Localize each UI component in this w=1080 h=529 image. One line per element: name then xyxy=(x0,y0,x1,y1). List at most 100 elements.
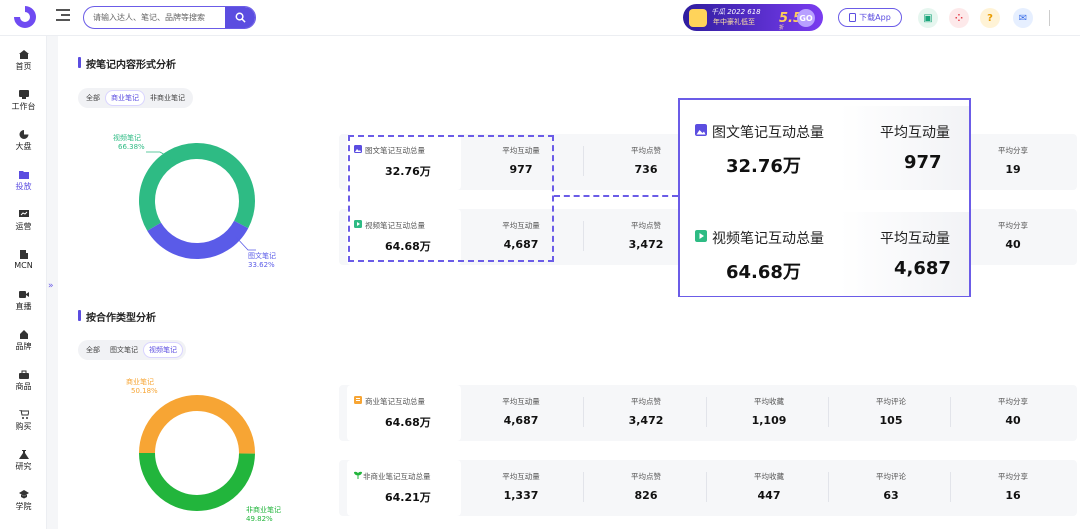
tab-all[interactable]: 全部 xyxy=(81,343,105,357)
zoom-callout: 图文笔记互动总量 32.76万 平均互动量 977 视频笔记互动总量 64.68… xyxy=(678,98,971,297)
donut-label-percent: 50.18% xyxy=(131,387,158,395)
avg-favorites-cell: 平均收藏 1,109 xyxy=(708,385,830,441)
sidebar-item-workbench[interactable]: 工作台 xyxy=(0,90,47,112)
column-divider xyxy=(950,397,951,427)
metric-value: 3,472 xyxy=(628,414,664,427)
sidebar-item-mcn[interactable]: MCN xyxy=(0,250,47,270)
non-commercial-total-cell: 非商业笔记互动总量 64.21万 xyxy=(347,460,461,516)
sidebar-item-academy[interactable]: 学院 xyxy=(0,490,47,512)
sidebar-item-market[interactable]: 大盘 xyxy=(0,130,47,152)
promo-go-button[interactable]: GO xyxy=(797,9,815,27)
sidebar-item-label: 购买 xyxy=(15,422,32,431)
search-button[interactable] xyxy=(225,7,255,28)
note-type-tabs: 全部 商业笔记 非商业笔记 xyxy=(78,88,193,108)
video-icon xyxy=(18,291,29,298)
search-box xyxy=(83,6,256,29)
avg-shares-cell: 平均分享 40 xyxy=(952,385,1074,441)
sidebar-item-brand[interactable]: 品牌 xyxy=(0,330,47,352)
sidebar-item-goods[interactable]: 商品 xyxy=(0,370,47,392)
highlight-connector-line xyxy=(554,195,678,197)
zoom-avg-value: 4,687 xyxy=(894,258,951,279)
promo-line2: 年中豪礼低至 xyxy=(713,18,755,26)
column-divider xyxy=(706,472,707,502)
top-header: 千瓜 2022 618 年中豪礼低至 5.5 折 GO 下载App ▣ ⁘ ? … xyxy=(0,0,1080,36)
cooperation-type-donut-slice-1[interactable] xyxy=(139,452,255,511)
tab-all[interactable]: 全部 xyxy=(81,91,105,105)
cooperation-type-donut-slice-0[interactable] xyxy=(139,395,255,454)
column-divider xyxy=(583,221,584,251)
donut-label-name: 商业笔记 xyxy=(126,378,154,386)
donut-label-commercial: 商业笔记 50.18% xyxy=(126,378,158,396)
chart-monitor-icon xyxy=(18,210,29,217)
download-app-button[interactable]: 下载App xyxy=(838,8,902,27)
search-icon xyxy=(235,12,246,23)
tab-non-commercial[interactable]: 非商业笔记 xyxy=(145,91,190,105)
metric-label: 平均分享 xyxy=(998,397,1028,406)
metric-value: 447 xyxy=(757,489,781,502)
play-icon xyxy=(695,230,707,242)
column-divider xyxy=(583,472,584,502)
building-icon xyxy=(19,250,28,259)
section-title-content-form: 按笔记内容形式分析 xyxy=(78,56,176,71)
zoom-cell-right xyxy=(840,106,969,190)
metric-label: 平均分享 xyxy=(998,472,1028,481)
avg-interaction-cell: 平均互动量 1,337 xyxy=(461,460,581,516)
zoom-row-image: 图文笔记互动总量 32.76万 平均互动量 977 xyxy=(680,106,969,190)
metric-label: 平均评论 xyxy=(876,397,906,406)
sidebar-item-label: 品牌 xyxy=(15,342,32,351)
metric-label: 平均点赞 xyxy=(631,472,661,481)
menu-toggle-icon[interactable] xyxy=(56,9,70,23)
sidebar-item-live[interactable]: 直播 xyxy=(0,290,47,312)
column-divider xyxy=(828,472,829,502)
metric-value: 1,109 xyxy=(751,414,787,427)
help-icon[interactable]: ? xyxy=(980,8,1000,28)
metric-label: 平均收藏 xyxy=(754,397,784,406)
search-input[interactable] xyxy=(84,7,226,28)
app-logo[interactable] xyxy=(14,6,36,28)
promo-suffix: 折 xyxy=(779,25,785,31)
metric-label: 平均收藏 xyxy=(754,472,784,481)
metric-label: 非商业笔记互动总量 xyxy=(363,472,431,481)
sidebar-item-delivery[interactable]: 投放 xyxy=(0,170,47,192)
cart-icon xyxy=(18,410,29,419)
sidebar-item-home[interactable]: 首页 xyxy=(0,50,47,72)
sidebar-item-label: 学院 xyxy=(15,502,32,511)
column-divider xyxy=(828,397,829,427)
metric-value: 64.68万 xyxy=(385,416,431,429)
commercial-note-stats-row: 商业笔记互动总量 64.68万 平均互动量 4,687 平均点赞 3,472 平… xyxy=(339,385,1077,441)
sidebar-expand-icon[interactable]: » xyxy=(48,281,54,291)
message-icon[interactable]: ✉ xyxy=(1013,8,1033,28)
sidebar-item-operation[interactable]: 运营 xyxy=(0,210,47,232)
donut-label-percent: 49.82% xyxy=(246,515,273,523)
tab-image-note[interactable]: 图文笔记 xyxy=(105,343,143,357)
avg-comments-cell: 平均评论 63 xyxy=(830,460,952,516)
promo-line1: 千瓜 2022 618 xyxy=(711,8,761,16)
metric-value: 4,687 xyxy=(503,414,539,427)
apps-grid-icon[interactable]: ⁘ xyxy=(949,8,969,28)
promo-banner[interactable]: 千瓜 2022 618 年中豪礼低至 5.5 折 GO xyxy=(683,4,823,31)
toolbox-icon[interactable]: ▣ xyxy=(918,8,938,28)
column-divider xyxy=(583,146,584,176)
sidebar-item-purchase[interactable]: 购买 xyxy=(0,410,47,432)
metric-label: 平均评论 xyxy=(876,472,906,481)
sidebar-item-label: 工作台 xyxy=(11,102,36,111)
image-icon xyxy=(695,124,707,136)
avg-likes-cell: 平均点赞 826 xyxy=(585,460,707,516)
pie-icon xyxy=(19,130,28,139)
highlight-dashed-box xyxy=(348,135,554,262)
commercial-total-cell: 商业笔记互动总量 64.68万 xyxy=(347,385,461,441)
sidebar-item-label: 研究 xyxy=(15,462,32,471)
avg-favorites-cell: 平均收藏 447 xyxy=(708,460,830,516)
tab-video-note[interactable]: 视频笔记 xyxy=(143,342,183,358)
header-divider xyxy=(1049,10,1050,26)
cooperation-type-donut-chart xyxy=(139,395,255,511)
donut-leader-lines xyxy=(146,151,256,251)
metric-value: 105 xyxy=(879,414,903,427)
zoom-value: 64.68万 xyxy=(726,262,801,283)
tab-commercial[interactable]: 商业笔记 xyxy=(105,90,145,106)
sidebar-item-research[interactable]: 研究 xyxy=(0,450,47,472)
column-divider xyxy=(583,397,584,427)
avg-shares-cell: 平均分享 16 xyxy=(952,460,1074,516)
phone-icon xyxy=(849,13,857,22)
metric-value: 1,337 xyxy=(503,489,539,502)
